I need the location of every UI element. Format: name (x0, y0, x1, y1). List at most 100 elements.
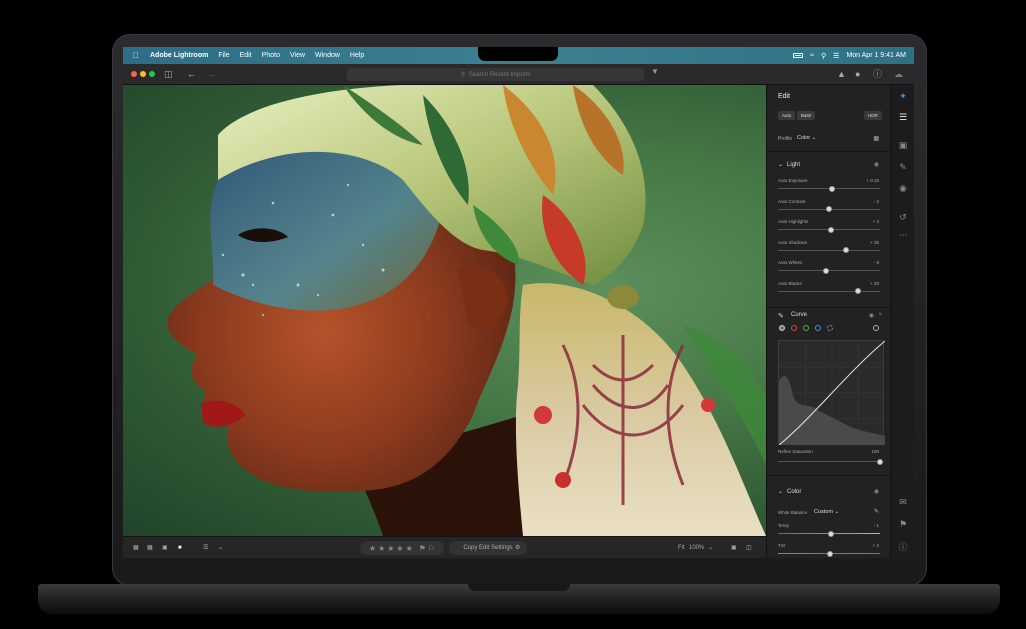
curve-green-icon[interactable] (803, 325, 809, 331)
light-visibility-icon[interactable]: ◉ (874, 161, 879, 168)
sidebar-toggle-icon[interactable]: ◫ (164, 67, 173, 82)
crop-icon[interactable]: ▣ (891, 140, 914, 151)
eyedropper-icon[interactable]: ✎ (874, 508, 879, 515)
slider-track[interactable] (778, 247, 880, 253)
square-grid-icon[interactable]: ▦ (147, 542, 153, 554)
star-rating[interactable]: ★ ★ ★ ★ ★ ⚑ ⚐ (360, 541, 444, 555)
healing-icon[interactable]: ✎ (891, 162, 914, 173)
tint-slider[interactable] (778, 550, 880, 557)
more-icon[interactable]: ⋯ (891, 230, 914, 241)
sort-icon[interactable]: ☰ (203, 542, 208, 554)
people-icon[interactable]: ● (855, 67, 860, 82)
star-icon[interactable]: ★ (369, 544, 376, 553)
slider-track[interactable] (778, 226, 880, 233)
slider-value[interactable]: + 3 (873, 219, 879, 224)
apple-icon[interactable]:  (133, 51, 139, 60)
temp-knob[interactable] (828, 530, 835, 537)
white-balance-dropdown[interactable]: Custom ⌄ (814, 509, 839, 515)
hdr-button[interactable]: HDR (864, 111, 882, 120)
photo-canvas[interactable] (123, 85, 766, 536)
profile-browser-icon[interactable]: ▦ (873, 135, 879, 142)
flag-pick-icon[interactable]: ⚑ (419, 544, 426, 553)
slider-value[interactable]: + 0.15 (866, 178, 879, 183)
before-after-icon[interactable]: ◫ (746, 542, 752, 554)
menu-edit[interactable]: Edit (240, 52, 252, 59)
tone-curve-graph[interactable] (778, 340, 886, 446)
star-icon[interactable]: ★ (406, 544, 413, 553)
zoom-level[interactable]: 100% (689, 542, 704, 554)
menu-help[interactable]: Help (350, 52, 364, 59)
window-minimize-button[interactable] (140, 71, 146, 77)
zoom-chevron-icon[interactable]: ⌄ (708, 542, 713, 554)
loupe-view-icon[interactable]: ■ (178, 542, 182, 554)
flag-reject-icon[interactable]: ⚐ (428, 544, 435, 553)
slider-value[interactable]: + 33 (870, 281, 879, 286)
menu-clock[interactable]: Mon Apr 1 9:41 AM (846, 52, 906, 59)
slider-knob[interactable] (843, 247, 850, 253)
tint-knob[interactable] (827, 550, 834, 557)
search-field[interactable]: ⚲ Search Recent Imports (347, 68, 644, 81)
slider-track[interactable] (778, 288, 880, 294)
auto-button[interactable]: Auto (778, 111, 796, 120)
control-center-icon[interactable]: ☰ (833, 52, 839, 60)
cloud-sync-icon[interactable]: ☁ (894, 67, 903, 82)
curve-red-icon[interactable] (791, 325, 797, 331)
help-icon[interactable]: ⓘ (873, 67, 882, 82)
sort-chevron-icon[interactable]: ⌄ (218, 542, 223, 554)
star-icon[interactable]: ★ (396, 544, 403, 553)
detail-view-icon[interactable]: ▣ (162, 542, 168, 554)
window-close-button[interactable] (131, 71, 137, 77)
spotlight-icon[interactable]: ⚲ (821, 52, 826, 60)
curve-close-icon[interactable]: × (878, 312, 882, 318)
wifi-icon[interactable]: ≈ (810, 52, 814, 59)
slider-knob[interactable] (822, 267, 829, 274)
curve-pencil-icon[interactable]: ✎ (778, 312, 784, 320)
slider-track[interactable] (778, 185, 880, 192)
photo-grid-icon[interactable]: ▦ (133, 542, 139, 554)
slider-knob[interactable] (829, 185, 836, 192)
slider-value[interactable]: + 35 (870, 240, 879, 245)
star-icon[interactable]: ★ (387, 544, 394, 553)
notifications-icon[interactable]: ▲ (837, 67, 846, 82)
versions-icon[interactable]: ↺ (891, 212, 914, 223)
bw-button[interactable]: B&W (797, 111, 816, 120)
filter-icon[interactable]: ▼ (651, 67, 659, 76)
curve-parametric-icon[interactable] (827, 325, 833, 331)
profile-dropdown[interactable]: Color ⌄ (797, 135, 816, 141)
back-arrow-icon[interactable]: ← (187, 67, 196, 82)
star-icon[interactable]: ★ (378, 544, 385, 553)
menu-app-name[interactable]: Adobe Lightroom (150, 52, 208, 59)
curve-point-icon[interactable] (779, 325, 785, 331)
slider-value[interactable]: - 2 (874, 199, 879, 204)
settings-gear-icon[interactable]: ⚙ (515, 542, 520, 554)
battery-icon[interactable] (793, 53, 804, 58)
curve-blue-icon[interactable] (815, 325, 821, 331)
slider-knob[interactable] (826, 206, 832, 212)
light-section-header[interactable]: ⌄ Light (778, 161, 800, 168)
menu-photo[interactable]: Photo (262, 52, 280, 59)
color-section-header[interactable]: ⌄ Color (778, 488, 801, 495)
compare-view-icon[interactable]: ▣ (731, 542, 737, 554)
menu-file[interactable]: File (218, 52, 229, 59)
curve-target-icon[interactable] (873, 325, 879, 331)
color-visibility-icon[interactable]: ◉ (874, 488, 879, 495)
slider-knob[interactable] (828, 226, 835, 233)
info-icon[interactable]: ⓘ (891, 540, 914, 553)
slider-track[interactable] (778, 267, 880, 274)
slider-value[interactable]: - 8 (874, 260, 879, 265)
search-input[interactable]: Search Recent Imports (469, 72, 530, 78)
curve-visibility-icon[interactable]: ◉ (869, 312, 874, 319)
window-zoom-button[interactable] (149, 71, 155, 77)
temp-slider[interactable] (778, 530, 880, 537)
refine-saturation-knob[interactable] (877, 458, 883, 465)
forward-arrow-icon[interactable]: → (207, 67, 216, 82)
masking-icon[interactable]: ◉ (891, 183, 914, 194)
refine-saturation-slider[interactable] (778, 458, 883, 465)
edit-sliders-icon[interactable]: ☰ (891, 112, 914, 123)
menu-window[interactable]: Window (315, 52, 340, 59)
ai-presets-icon[interactable]: ✦ (891, 91, 914, 102)
slider-knob[interactable] (854, 288, 861, 294)
slider-track[interactable] (778, 206, 880, 212)
comments-icon[interactable]: ✉ (891, 497, 914, 508)
keywords-icon[interactable]: ⚑ (891, 519, 914, 530)
